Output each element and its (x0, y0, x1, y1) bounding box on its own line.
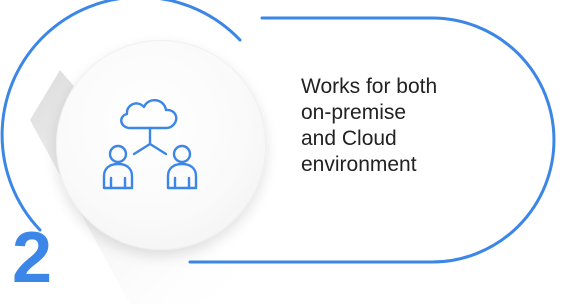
step-number: 2 (12, 218, 53, 298)
feature-description: Works for both on-premise and Cloud envi… (301, 75, 438, 176)
feature-card: Works for both on-premise and Cloud envi… (0, 0, 568, 304)
cloud-users-network-icon (102, 99, 198, 190)
